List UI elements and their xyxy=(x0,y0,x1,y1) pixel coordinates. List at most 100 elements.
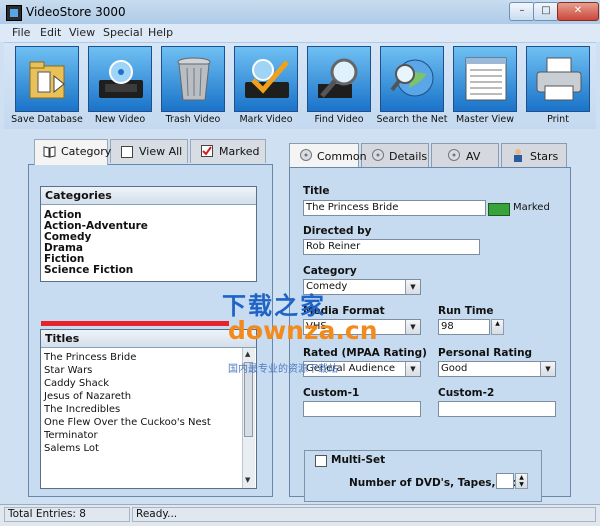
maximize-button[interactable]: □ xyxy=(533,2,559,21)
toolbar: Save Database New Video Trash Video Mark… xyxy=(4,42,596,129)
disc-icon xyxy=(372,149,384,161)
chevron-down-icon[interactable]: ▼ xyxy=(405,280,420,294)
right-panel: Common Details AV Stars Title The Prince… xyxy=(289,143,571,502)
category-panel: Categories Action Action-Adventure Comed… xyxy=(28,164,273,497)
checkmark-tape-icon xyxy=(245,59,289,98)
menu-edit[interactable]: Edit xyxy=(40,26,61,39)
total-entries: Total Entries: 8 xyxy=(4,507,130,522)
disc-icon xyxy=(300,149,312,161)
checked-box-icon xyxy=(201,145,213,157)
tool-label: Mark Video xyxy=(239,114,293,125)
window-title: VideoStore 3000 xyxy=(26,5,126,19)
mark-video-button[interactable]: Mark Video xyxy=(232,46,300,126)
media-value: VHS xyxy=(306,321,327,332)
list-item[interactable]: Star Wars xyxy=(44,365,92,376)
titles-scrollbar[interactable]: ▲ ▼ xyxy=(242,348,255,488)
tab-av[interactable]: AV xyxy=(431,143,499,167)
menu-special[interactable]: Special xyxy=(103,26,143,39)
runtime-stepper[interactable]: ▲ xyxy=(491,319,504,335)
tool-label: Search the Net xyxy=(376,114,448,125)
chevron-down-icon[interactable]: ▼ xyxy=(405,362,420,376)
tab-view-all[interactable]: View All xyxy=(110,139,188,163)
tool-label: Trash Video xyxy=(165,114,221,125)
scroll-up-icon[interactable]: ▲ xyxy=(245,350,250,358)
category-select[interactable]: Comedy ▼ xyxy=(303,279,421,295)
menu-bar: File Edit View Special Help xyxy=(0,24,600,42)
list-item[interactable]: Terminator xyxy=(44,430,98,441)
media-select[interactable]: VHS ▼ xyxy=(303,319,421,335)
menu-view[interactable]: View xyxy=(69,26,95,39)
directed-label: Directed by xyxy=(303,225,372,237)
scroll-down-icon[interactable]: ▼ xyxy=(245,476,250,484)
splitter-bar[interactable] xyxy=(41,321,229,326)
left-panel: Category View All Marked Categories Acti… xyxy=(28,139,273,497)
chevron-down-icon[interactable]: ▼ xyxy=(540,362,555,376)
scrollbar-thumb[interactable] xyxy=(244,362,253,437)
multiset-label: Multi-Set xyxy=(331,454,386,466)
disc-icon xyxy=(448,149,460,161)
list-item[interactable]: Caddy Shack xyxy=(44,378,109,389)
category-value: Comedy xyxy=(306,281,348,292)
num-dvds-field[interactable] xyxy=(496,473,514,489)
list-item[interactable]: Salems Lot xyxy=(44,443,99,454)
search-the-net-button[interactable]: Search the Net xyxy=(377,46,447,126)
minimize-button[interactable]: – xyxy=(509,2,535,21)
personal-rating-value: Good xyxy=(441,363,468,374)
categories-list: Categories Action Action-Adventure Comed… xyxy=(40,186,257,282)
tool-label: Master View xyxy=(455,114,514,125)
title-label: Title xyxy=(303,185,330,197)
category-label: Category xyxy=(303,265,357,277)
tab-marked[interactable]: Marked xyxy=(190,139,266,163)
master-view-button[interactable]: Master View xyxy=(451,46,519,126)
rated-select[interactable]: General Audience ▼ xyxy=(303,361,421,377)
titles-header: Titles xyxy=(41,330,256,348)
media-label: Media Format xyxy=(303,305,385,317)
common-panel: Title The Princess Bride Marked Directed… xyxy=(289,167,571,502)
multiset-checkbox[interactable] xyxy=(315,455,327,467)
custom1-label: Custom-1 xyxy=(303,387,360,399)
titles-list: Titles The Princess Bride Star Wars Cadd… xyxy=(40,329,257,489)
folder-database-icon xyxy=(29,61,65,99)
tool-label: New Video xyxy=(94,114,146,125)
menu-help[interactable]: Help xyxy=(148,26,173,39)
custom2-field[interactable] xyxy=(438,401,556,417)
marked-indicator xyxy=(488,203,510,216)
list-item[interactable]: The Princess Bride xyxy=(44,352,136,363)
list-item[interactable]: Science Fiction xyxy=(44,264,133,276)
custom1-field[interactable] xyxy=(303,401,421,417)
chevron-down-icon[interactable]: ▼ xyxy=(405,320,420,334)
status-text: Ready... xyxy=(132,507,596,522)
list-item[interactable]: One Flew Over the Cuckoo's Nest xyxy=(44,417,211,428)
title-bar: VideoStore 3000 – □ ✕ xyxy=(0,0,600,25)
list-view-icon xyxy=(465,57,507,101)
directed-field[interactable]: Rob Reiner xyxy=(303,239,480,255)
find-video-button[interactable]: Find Video xyxy=(305,46,373,126)
list-item[interactable]: The Incredibles xyxy=(44,404,120,415)
tab-category[interactable]: Category xyxy=(34,139,111,165)
title-field[interactable]: The Princess Bride xyxy=(303,200,486,216)
rated-label: Rated (MPAA Rating) xyxy=(303,347,427,359)
video-tape-icon xyxy=(99,60,143,98)
marked-label: Marked xyxy=(513,202,550,213)
trash-video-button[interactable]: Trash Video xyxy=(159,46,227,126)
tool-label: Find Video xyxy=(314,114,364,125)
print-button[interactable]: Print xyxy=(524,46,592,126)
globe-search-icon xyxy=(390,59,434,97)
categories-header: Categories xyxy=(41,187,256,205)
tab-common[interactable]: Common xyxy=(289,143,367,167)
magnifier-icon xyxy=(318,58,358,98)
runtime-field[interactable]: 98 xyxy=(438,319,490,335)
personal-rating-select[interactable]: Good ▼ xyxy=(438,361,556,377)
book-icon xyxy=(43,146,56,158)
tab-stars[interactable]: Stars xyxy=(501,143,567,167)
tab-details[interactable]: Details xyxy=(361,143,429,167)
person-icon xyxy=(514,149,522,162)
save-database-button[interactable]: Save Database xyxy=(11,46,83,126)
num-dvds-stepper[interactable]: ▲ ▼ xyxy=(515,473,528,489)
list-item[interactable]: Jesus of Nazareth xyxy=(44,391,131,402)
menu-file[interactable]: File xyxy=(12,26,30,39)
close-button[interactable]: ✕ xyxy=(557,2,599,21)
new-video-button[interactable]: New Video xyxy=(86,46,154,126)
rated-value: General Audience xyxy=(306,363,396,374)
app-film-icon xyxy=(6,5,22,21)
